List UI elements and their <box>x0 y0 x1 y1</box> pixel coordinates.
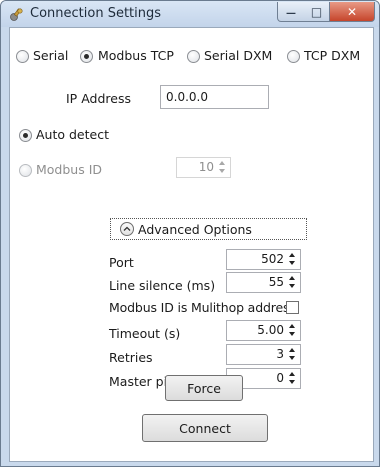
minimize-button[interactable]: — <box>277 2 305 22</box>
retries-stepper[interactable]: 3 <box>226 344 301 365</box>
timeout-stepper[interactable]: 5.00 <box>226 320 301 341</box>
tcp-dxm-label[interactable]: TCP DXM <box>304 48 360 63</box>
connect-button[interactable]: Connect <box>142 414 268 442</box>
connect-button-label: Connect <box>179 420 231 436</box>
retries-value: 3 <box>276 347 284 361</box>
spinner-arrows-icon[interactable] <box>218 160 227 175</box>
dialog-body: Serial Modbus TCP Serial DXM TCP DXM IP … <box>9 27 374 462</box>
line-silence-stepper[interactable]: 55 <box>226 272 301 293</box>
port-stepper[interactable]: 502 <box>226 249 301 270</box>
maximize-button[interactable]: □ <box>304 2 330 22</box>
modbus-id-radio[interactable] <box>19 164 32 177</box>
serial-dxm-radio[interactable] <box>187 50 200 63</box>
maximize-icon: □ <box>310 4 323 19</box>
tcp-dxm-radio[interactable] <box>287 50 300 63</box>
app-icon <box>10 8 23 21</box>
multihop-label: Modbus ID is Mulithop address <box>109 300 296 315</box>
serial-dxm-label[interactable]: Serial DXM <box>204 48 272 63</box>
multihop-checkbox[interactable] <box>286 301 299 314</box>
modbus-id-label[interactable]: Modbus ID <box>36 162 102 177</box>
close-icon: ✕ <box>346 4 358 19</box>
auto-detect-radio[interactable] <box>19 129 32 142</box>
ip-address-value: 0.0.0.0 <box>166 90 208 104</box>
chevron-up-icon[interactable] <box>120 222 134 236</box>
spinner-arrows-icon[interactable] <box>288 323 297 338</box>
window-title: Connection Settings <box>30 6 162 21</box>
ip-address-label: IP Address <box>66 91 131 106</box>
line-silence-value: 55 <box>268 275 284 289</box>
connection-settings-window: Connection Settings — □ ✕ Serial Modbus … <box>0 0 380 467</box>
timeout-value: 5.00 <box>257 323 284 337</box>
serial-label[interactable]: Serial <box>33 48 68 63</box>
force-button-label: Force <box>187 380 221 396</box>
advanced-options-label[interactable]: Advanced Options <box>138 222 252 237</box>
minimize-icon: — <box>286 7 296 19</box>
line-silence-label: Line silence (ms) <box>109 278 216 293</box>
modbus-tcp-label[interactable]: Modbus TCP <box>98 48 174 63</box>
title-bar[interactable]: Connection Settings — □ ✕ <box>1 1 379 27</box>
master-ping-value: 0 <box>276 371 284 385</box>
close-button[interactable]: ✕ <box>330 2 375 22</box>
port-label: Port <box>109 255 134 270</box>
ip-address-input[interactable]: 0.0.0.0 <box>160 85 269 109</box>
spinner-arrows-icon[interactable] <box>288 252 297 267</box>
timeout-label: Timeout (s) <box>109 326 181 341</box>
spinner-arrows-icon[interactable] <box>288 275 297 290</box>
modbus-tcp-radio[interactable] <box>80 50 93 63</box>
retries-label: Retries <box>109 350 153 365</box>
serial-radio[interactable] <box>16 50 29 63</box>
modbus-id-value: 10 <box>198 160 214 174</box>
spinner-arrows-icon[interactable] <box>288 371 297 386</box>
auto-detect-label[interactable]: Auto detect <box>36 127 109 142</box>
spinner-arrows-icon[interactable] <box>288 347 297 362</box>
modbus-id-stepper[interactable]: 10 <box>176 157 231 178</box>
port-value: 502 <box>261 252 284 266</box>
force-button[interactable]: Force <box>165 375 243 401</box>
